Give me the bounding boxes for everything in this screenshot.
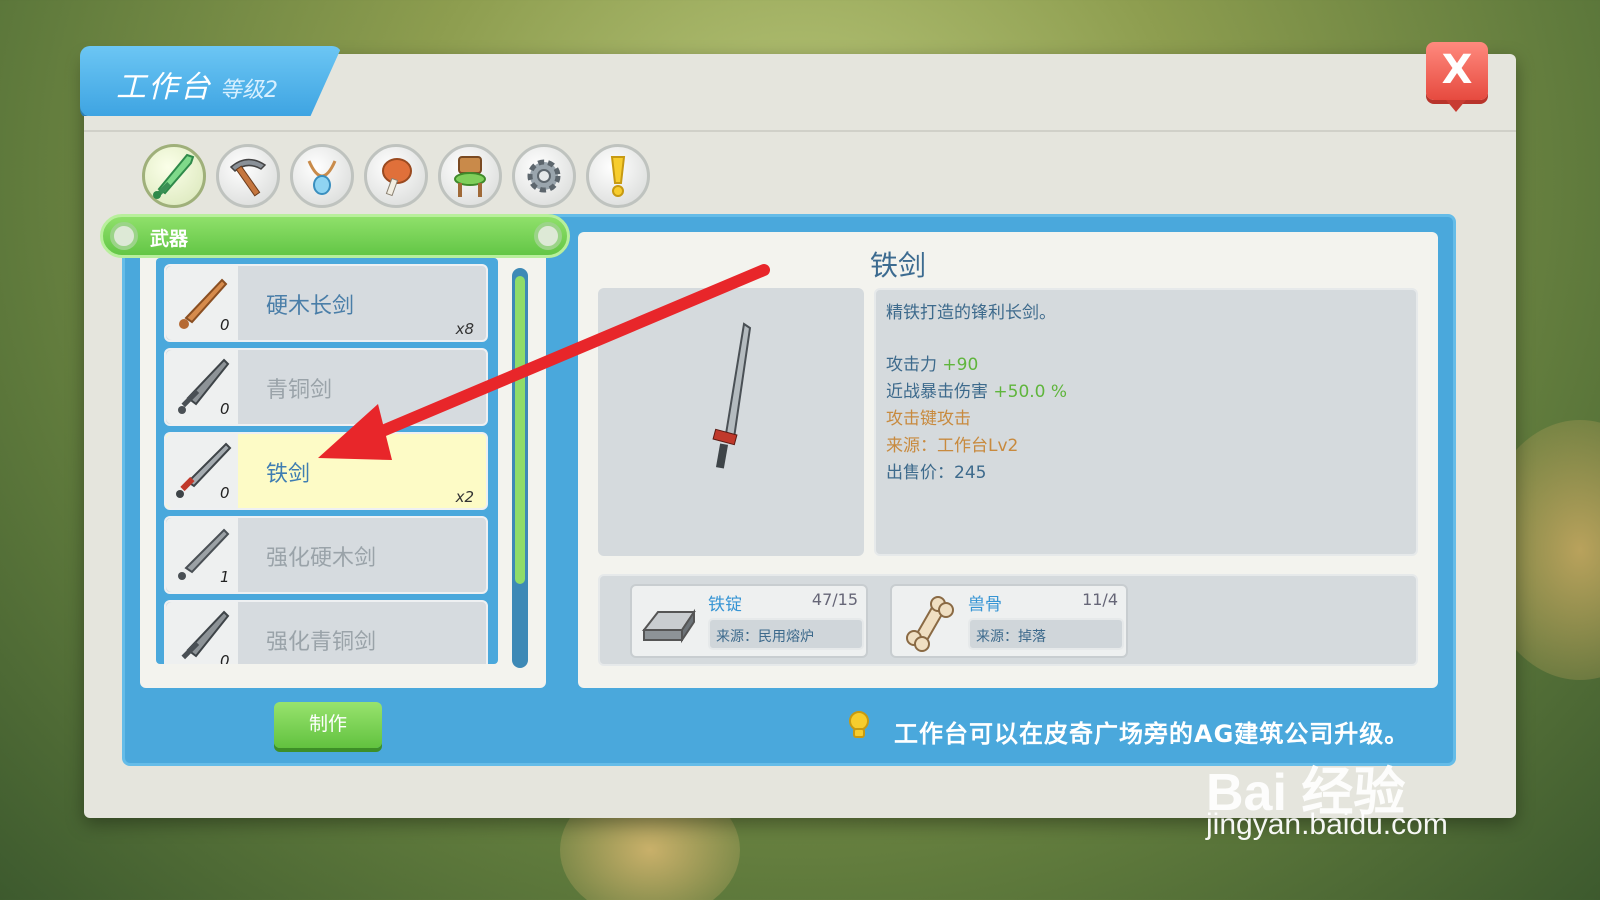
chair-icon	[454, 156, 486, 197]
attack-value: +90	[942, 355, 979, 375]
close-button[interactable]: X	[1426, 42, 1488, 112]
sword-icon	[153, 153, 195, 199]
sell-price: 出售价：245	[886, 463, 987, 483]
watermark-url: jingyan.baidu.com	[1206, 808, 1448, 841]
category-label: 武器	[150, 228, 189, 250]
item-description: 精铁打造的锋利长剑。	[886, 303, 1056, 323]
category-tabs	[142, 144, 650, 208]
tab-food[interactable]	[364, 144, 428, 208]
list-item[interactable]: 青铜剑 0	[164, 348, 488, 426]
workbench-level: 等级2	[220, 78, 278, 103]
bone-icon	[906, 596, 954, 652]
craft-button[interactable]: 制作	[274, 702, 382, 748]
iron-sword-preview-icon	[712, 322, 752, 469]
material-name: 兽骨	[968, 595, 1002, 615]
detail-item-name: 铁剑	[869, 249, 926, 282]
material-count: 11/4	[1082, 590, 1118, 609]
attack-key-info: 攻击键攻击	[886, 409, 971, 429]
attack-label: 攻击力	[886, 355, 937, 375]
tab-components[interactable]	[512, 144, 576, 208]
tab-weapons[interactable]	[142, 144, 206, 208]
recipe-list: 硬木长剑 0 x8 青铜剑 0 铁剑 0 x2 强化硬木剑 1 强化青铜剑 0	[156, 258, 498, 664]
item-owned-count: 1	[220, 568, 230, 586]
item-owned-count: 0	[220, 484, 230, 502]
pickaxe-icon	[229, 158, 267, 197]
title-divider	[84, 130, 1516, 132]
attack-stat: 攻击力 +90	[886, 350, 978, 375]
crit-value: +50.0 %	[993, 382, 1068, 402]
material-source: 来源：民用熔炉	[708, 618, 864, 650]
item-name: 硬木长剑	[266, 294, 355, 319]
material-source: 来源：掉落	[968, 618, 1124, 650]
window-title: 工作台	[116, 70, 212, 105]
category-next-knob[interactable]	[534, 222, 562, 250]
scrollbar-thumb[interactable]	[515, 276, 525, 584]
item-name: 青铜剑	[266, 378, 333, 403]
tab-accessories[interactable]	[290, 144, 354, 208]
material-name: 铁锭	[708, 595, 742, 615]
crit-label: 近战暴击伤害	[886, 382, 988, 402]
necklace-icon	[307, 160, 337, 195]
list-item-selected[interactable]: 铁剑 0 x2	[164, 432, 488, 510]
list-item[interactable]: 强化硬木剑 1	[164, 516, 488, 594]
meat-icon	[382, 158, 412, 197]
exclamation-icon	[610, 156, 626, 197]
gear-icon	[527, 159, 561, 193]
item-preview	[598, 288, 864, 556]
tab-furniture[interactable]	[438, 144, 502, 208]
item-name: 强化青铜剑	[266, 630, 377, 655]
crit-stat: 近战暴击伤害 +50.0 %	[886, 377, 1067, 402]
item-quantity: x2	[455, 488, 474, 506]
list-scrollbar[interactable]	[512, 268, 528, 668]
material-count: 47/15	[811, 590, 858, 609]
tip-text: 工作台可以在皮奇广场旁的AG建筑公司升级。	[894, 720, 1410, 748]
lightbulb-icon	[849, 711, 869, 738]
list-item[interactable]: 硬木长剑 0 x8	[164, 264, 488, 342]
item-owned-count: 0	[220, 316, 230, 334]
ingot-icon	[641, 608, 696, 644]
material-card[interactable]: 铁锭 47/15 来源：民用熔炉	[630, 584, 868, 658]
item-quantity: x8	[455, 320, 474, 338]
category-prev-knob[interactable]	[110, 222, 138, 250]
item-owned-count: 0	[220, 652, 230, 664]
tab-tools[interactable]	[216, 144, 280, 208]
item-owned-count: 0	[220, 400, 230, 418]
material-card[interactable]: 兽骨 11/4 来源：掉落	[890, 584, 1128, 658]
item-source: 来源：工作台Lv2	[886, 436, 1019, 456]
list-item[interactable]: 强化青铜剑 0	[164, 600, 488, 664]
item-name: 铁剑	[266, 462, 311, 487]
tab-special[interactable]	[586, 144, 650, 208]
item-name: 强化硬木剑	[266, 546, 377, 571]
